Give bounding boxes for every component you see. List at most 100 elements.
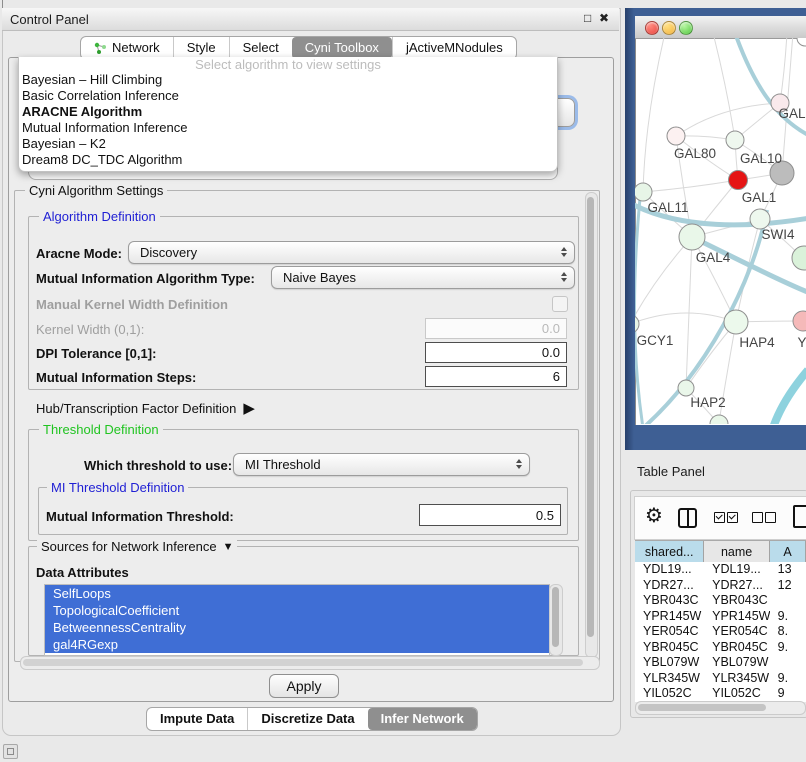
mi-steps-field[interactable]: 6: [425, 366, 567, 387]
table-row[interactable]: YPR145WYPR145W9.: [635, 609, 806, 625]
close-window-icon[interactable]: [645, 21, 659, 35]
settings-scrollbar-thumb[interactable]: [587, 197, 594, 637]
aracne-mode-combo[interactable]: Discovery: [128, 241, 575, 264]
svg-text:GAL4: GAL4: [696, 250, 731, 265]
table-row[interactable]: YDR27...YDR27...12: [635, 578, 806, 594]
list-scrollbar[interactable]: [549, 584, 563, 656]
hub-definition-expander[interactable]: Hub/Transcription Factor Definition ▶: [36, 399, 255, 417]
svg-text:GAL80: GAL80: [674, 146, 716, 161]
node-swi4[interactable]: [750, 209, 770, 229]
combo-stepper-icon: [516, 459, 522, 469]
list-item[interactable]: TopologicalCoefficient: [45, 602, 549, 619]
node-gal4[interactable]: [679, 224, 705, 250]
dropdown-item[interactable]: Dream8 DC_TDC Algorithm: [19, 152, 557, 168]
tab-cyni-toolbox[interactable]: Cyni Toolbox: [292, 37, 392, 59]
aracne-mode-label: Aracne Mode:: [36, 246, 122, 261]
table-row[interactable]: YLR345WYLR345W9.: [635, 671, 806, 687]
dropdown-item[interactable]: Mutual Information Inference: [19, 120, 557, 136]
table-panel-title: Table Panel: [637, 464, 705, 479]
column-header-partial[interactable]: A: [770, 541, 806, 563]
table-header: shared... name A: [635, 540, 806, 563]
which-threshold-value: MI Threshold: [245, 457, 321, 472]
collapsed-panel-icon[interactable]: [3, 744, 18, 759]
column-header-name[interactable]: name: [704, 541, 770, 563]
columns-icon[interactable]: [678, 508, 697, 528]
mi-threshold-field[interactable]: 0.5: [419, 504, 561, 526]
table-row[interactable]: YIL052CYIL052C9: [635, 686, 806, 702]
table-row[interactable]: YBR045CYBR045C9.: [635, 640, 806, 656]
kernel-width-label: Kernel Width (0,1):: [36, 322, 144, 337]
svg-text:HAP4: HAP4: [739, 335, 775, 350]
mi-steps-label: Mutual Information Steps:: [36, 370, 196, 385]
settings-hscrollbar[interactable]: [20, 656, 600, 670]
import-table-icon[interactable]: [793, 505, 806, 528]
network-canvas[interactable]: GAL GAL80 GAL10 GAL1 GAL11 GAL4 SWI4 GCY…: [635, 38, 806, 424]
svg-text:HAP2: HAP2: [690, 395, 725, 410]
data-attributes-list: SelfLoops TopologicalCoefficient Between…: [44, 584, 550, 656]
screen: { "control_panel": { "title": "Control P…: [0, 0, 806, 762]
algorithm-dropdown-list: Select algorithm to view settings Bayesi…: [18, 57, 558, 172]
list-item[interactable]: BetweennessCentrality: [45, 619, 549, 636]
node-hap2[interactable]: [678, 380, 694, 396]
table-row[interactable]: YER054CYER054C8.: [635, 624, 806, 640]
node[interactable]: [797, 38, 806, 46]
sources-expander[interactable]: Sources for Network Inference ▼: [37, 539, 237, 554]
dpi-tolerance-field[interactable]: 0.0: [425, 342, 567, 363]
settings-hscrollbar-thumb[interactable]: [23, 659, 583, 666]
select-all-checkbox-icon[interactable]: [727, 512, 738, 523]
node-gal1-red[interactable]: [729, 171, 748, 190]
close-panel-icon[interactable]: ✖: [599, 11, 609, 25]
tab-discretize-data[interactable]: Discretize Data: [247, 708, 367, 730]
node-gal80[interactable]: [667, 127, 685, 145]
tab-network[interactable]: Network: [81, 37, 173, 59]
table-row[interactable]: YBL079WYBL079W: [635, 655, 806, 671]
which-threshold-label: Which threshold to use:: [84, 458, 232, 473]
deselect-all-checkbox-icon[interactable]: [752, 512, 763, 523]
manual-kernel-checkbox: [552, 296, 568, 312]
node-gal11[interactable]: [635, 183, 652, 201]
dropdown-item[interactable]: Bayesian – K2: [19, 136, 557, 152]
threshold-definition-title: Threshold Definition: [39, 422, 163, 437]
svg-text:GAL: GAL: [778, 106, 806, 121]
minimize-window-icon[interactable]: [662, 21, 676, 35]
select-all-checkbox-icon[interactable]: [714, 512, 725, 523]
settings-scrollbar[interactable]: [585, 192, 598, 658]
svg-text:GAL1: GAL1: [742, 190, 777, 205]
control-panel-titlebar: [2, 8, 619, 31]
hub-definition-label: Hub/Transcription Factor Definition: [36, 401, 236, 416]
table-row[interactable]: YDL19...YDL19...13: [635, 562, 806, 578]
apply-button[interactable]: Apply: [269, 674, 339, 698]
list-scrollbar-thumb[interactable]: [552, 587, 559, 647]
node-pink[interactable]: [793, 311, 806, 331]
zoom-window-icon[interactable]: [679, 21, 693, 35]
float-panel-icon[interactable]: □: [584, 11, 591, 25]
svg-text:GCY1: GCY1: [637, 333, 674, 348]
list-item[interactable]: gal4RGexp: [45, 636, 549, 653]
list-item[interactable]: SelfLoops: [45, 585, 549, 602]
node-gcy1[interactable]: [635, 315, 639, 333]
tab-select[interactable]: Select: [229, 37, 292, 59]
node-hap4[interactable]: [724, 310, 748, 334]
network-window-titlebar[interactable]: [635, 16, 806, 39]
dropdown-item-selected[interactable]: ARACNE Algorithm: [19, 104, 557, 120]
tab-jactivemnodules[interactable]: jActiveMNodules: [392, 37, 516, 59]
gear-icon[interactable]: ⚙: [645, 506, 663, 526]
algorithm-definition-title: Algorithm Definition: [39, 209, 160, 224]
mi-type-label: Mutual Information Algorithm Type:: [36, 271, 255, 286]
node-gal10[interactable]: [726, 131, 744, 149]
sources-title: Sources for Network Inference: [41, 539, 217, 554]
dropdown-item[interactable]: Basic Correlation Inference: [19, 88, 557, 104]
expand-right-icon: ▶: [243, 399, 255, 417]
which-threshold-combo[interactable]: MI Threshold: [233, 453, 530, 476]
mi-type-combo[interactable]: Naive Bayes: [271, 266, 575, 289]
tab-infer-network[interactable]: Infer Network: [368, 708, 477, 730]
dropdown-item[interactable]: Bayesian – Hill Climbing: [19, 72, 557, 88]
table-hscrollbar-thumb[interactable]: [638, 704, 766, 711]
deselect-all-checkbox-icon[interactable]: [765, 512, 776, 523]
table-row[interactable]: YBR043CYBR043C: [635, 593, 806, 609]
mi-threshold-title: MI Threshold Definition: [47, 480, 188, 495]
table-hscrollbar[interactable]: [635, 701, 806, 715]
tab-impute-data[interactable]: Impute Data: [147, 708, 247, 730]
tab-style[interactable]: Style: [173, 37, 229, 59]
column-header-shared-name[interactable]: shared...: [635, 541, 704, 563]
